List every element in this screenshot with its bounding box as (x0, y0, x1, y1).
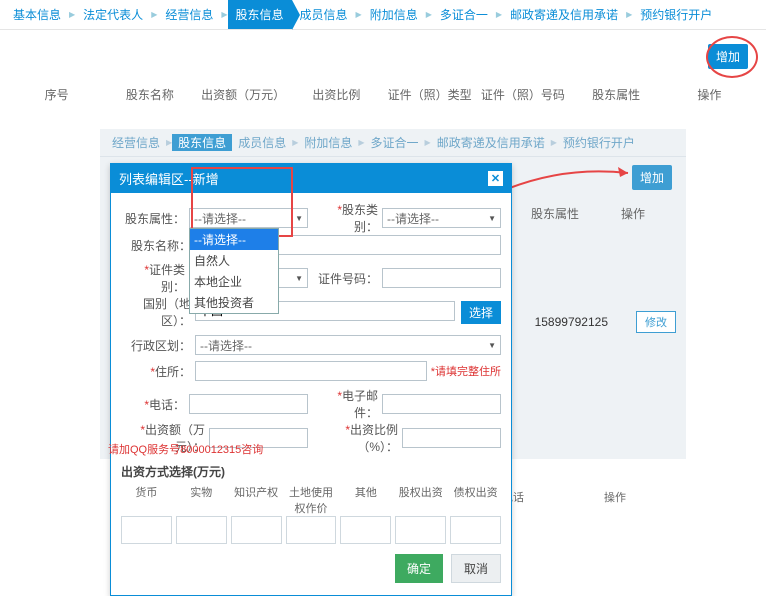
modify-button[interactable]: 修改 (636, 311, 676, 333)
label-shareholder-attr: 股东属性： (121, 210, 189, 227)
nav-step-business[interactable]: 经营信息 (157, 0, 221, 29)
invest-table-header: 货币 实物 知识产权 土地使用权作价 其他 股权出资 债权出资 (121, 484, 501, 516)
col-seq: 序号 (10, 86, 103, 103)
label-shareholder-type: *股东类别： (314, 201, 382, 235)
dropdown-option[interactable]: --请选择-- (190, 229, 278, 250)
dropdown-option[interactable]: 本地企业 (190, 271, 278, 292)
nav-step-basic[interactable]: 基本信息 (5, 0, 69, 29)
lower-table-header: 股东属性 操作 (500, 197, 676, 230)
lower-nav-bank[interactable]: 预约银行开户 (557, 134, 641, 151)
invest-col-ip: 知识产权 (231, 484, 282, 516)
label-phone: *电话： (121, 396, 189, 413)
edit-dialog: 列表编辑区--新增 ✕ 股东属性： --请选择-- ▼ --请选择-- (110, 163, 512, 596)
invest-currency-input[interactable] (121, 516, 172, 544)
cancel-button[interactable]: 取消 (451, 554, 501, 583)
top-table-header: 序号 股东名称 出资额（万元） 出资比例 证件（照）类型 证件（照）号码 股东属… (0, 80, 766, 109)
lower-nav-shareholder[interactable]: 股东信息 (172, 134, 232, 151)
label-address: *住所： (121, 363, 195, 380)
dialog-body: 股东属性： --请选择-- ▼ --请选择-- 自然人 本地企业 其他投资者 (111, 193, 511, 595)
invest-kind-input[interactable] (176, 516, 227, 544)
address-note: *请填完整住所 (431, 363, 501, 379)
col-cert-type: 证件（照）类型 (383, 86, 476, 103)
lower-col-action: 操作 (621, 205, 645, 222)
col-cert-no: 证件（照）号码 (476, 86, 569, 103)
col-name: 股东名称 (103, 86, 196, 103)
invest-col-land: 土地使用权作价 (286, 484, 337, 516)
chevron-down-icon: ▼ (488, 341, 496, 350)
label-shareholder-name: 股东名称： (121, 237, 195, 254)
address-input[interactable] (195, 361, 427, 381)
nav-step-bank[interactable]: 预约银行开户 (632, 0, 720, 29)
close-icon[interactable]: ✕ (488, 171, 503, 186)
invest-equity-input[interactable] (395, 516, 446, 544)
shareholder-attr-dropdown: --请选择-- 自然人 本地企业 其他投资者 (189, 228, 279, 314)
nav-step-shareholder[interactable]: 股东信息 (228, 0, 292, 29)
top-toolbar: 增加 (0, 30, 766, 80)
cert-no-input[interactable] (382, 268, 501, 288)
invest-col-equity: 股权出资 (395, 484, 446, 516)
dropdown-option[interactable]: 其他投资者 (190, 292, 278, 313)
lower-col-action-header: 操作 (604, 489, 626, 505)
invest-col-kind: 实物 (176, 484, 227, 516)
chevron-down-icon: ▼ (295, 274, 303, 283)
col-ratio: 出资比例 (290, 86, 383, 103)
top-breadcrumb-nav: 基本信息▶ 法定代表人▶ 经营信息▶ 股东信息 成员信息▶ 附加信息▶ 多证合一… (0, 0, 766, 30)
lower-section: 经营信息▶ 股东信息 成员信息▶ 附加信息▶ 多证合一▶ 邮政寄递及信用承诺▶ … (0, 129, 766, 459)
col-amount: 出资额（万元） (197, 86, 290, 103)
lower-panel: 经营信息▶ 股东信息 成员信息▶ 附加信息▶ 多证合一▶ 邮政寄递及信用承诺▶ … (100, 129, 686, 459)
phone-input[interactable] (189, 394, 308, 414)
col-action: 操作 (663, 86, 756, 103)
dialog-footer: 确定 取消 (121, 544, 501, 583)
invest-ip-input[interactable] (231, 516, 282, 544)
invest-other-input[interactable] (340, 516, 391, 544)
ok-button[interactable]: 确定 (395, 554, 443, 583)
highlight-ellipse-annotation (706, 36, 758, 78)
nav-step-legal[interactable]: 法定代表人 (75, 0, 151, 29)
invest-section-title: 出资方式选择(万元) (121, 463, 501, 480)
lower-nav-postal[interactable]: 邮政寄递及信用承诺 (431, 134, 551, 151)
label-country: 国别（地区）： (121, 295, 195, 329)
nav-step-extra[interactable]: 附加信息 (362, 0, 426, 29)
select-country-button[interactable]: 选择 (461, 301, 501, 324)
nav-step-postal[interactable]: 邮政寄递及信用承诺 (502, 0, 626, 29)
label-ratio: *出资比例（%）： (314, 421, 402, 455)
nav-step-multicert[interactable]: 多证合一 (432, 0, 496, 29)
invest-col-debt: 债权出资 (450, 484, 501, 516)
chevron-down-icon: ▼ (488, 214, 496, 223)
shareholder-type-select[interactable]: --请选择-- ▼ (382, 208, 501, 228)
invest-table-row (121, 516, 501, 544)
select-value: --请选择-- (387, 210, 439, 227)
table-row-data: 15899792125 修改 (535, 311, 676, 333)
ratio-input[interactable] (402, 428, 501, 448)
dialog-titlebar[interactable]: 列表编辑区--新增 ✕ (111, 164, 511, 193)
qq-service-note: 请加QQ服务号8000012315咨询 (108, 441, 263, 457)
lower-nav-multicert[interactable]: 多证合一 (365, 134, 425, 151)
lower-nav-business[interactable]: 经营信息 (106, 134, 166, 151)
label-admin-div: 行政区划： (121, 337, 195, 354)
highlight-box-annotation (191, 167, 293, 237)
lower-nav-member[interactable]: 成员信息 (232, 134, 292, 151)
chevron-down-icon: ▼ (295, 214, 303, 223)
phone-cell: 15899792125 (535, 315, 608, 329)
lower-col-attr: 股东属性 (531, 205, 579, 222)
col-attr: 股东属性 (570, 86, 663, 103)
label-cert-type: *证件类别： (121, 261, 189, 295)
invest-land-input[interactable] (286, 516, 337, 544)
invest-col-currency: 货币 (121, 484, 172, 516)
label-email: *电子邮件： (314, 387, 382, 421)
lower-nav-extra[interactable]: 附加信息 (298, 134, 358, 151)
label-cert-no: 证件号码： (314, 270, 382, 287)
invest-debt-input[interactable] (450, 516, 501, 544)
lower-breadcrumb-nav: 经营信息▶ 股东信息 成员信息▶ 附加信息▶ 多证合一▶ 邮政寄递及信用承诺▶ … (100, 129, 686, 157)
admin-div-select[interactable]: --请选择-- ▼ (195, 335, 501, 355)
nav-step-member[interactable]: 成员信息 (292, 0, 356, 29)
dropdown-option[interactable]: 自然人 (190, 250, 278, 271)
select-value: --请选择-- (200, 337, 252, 354)
invest-col-other: 其他 (340, 484, 391, 516)
email-input[interactable] (382, 394, 501, 414)
